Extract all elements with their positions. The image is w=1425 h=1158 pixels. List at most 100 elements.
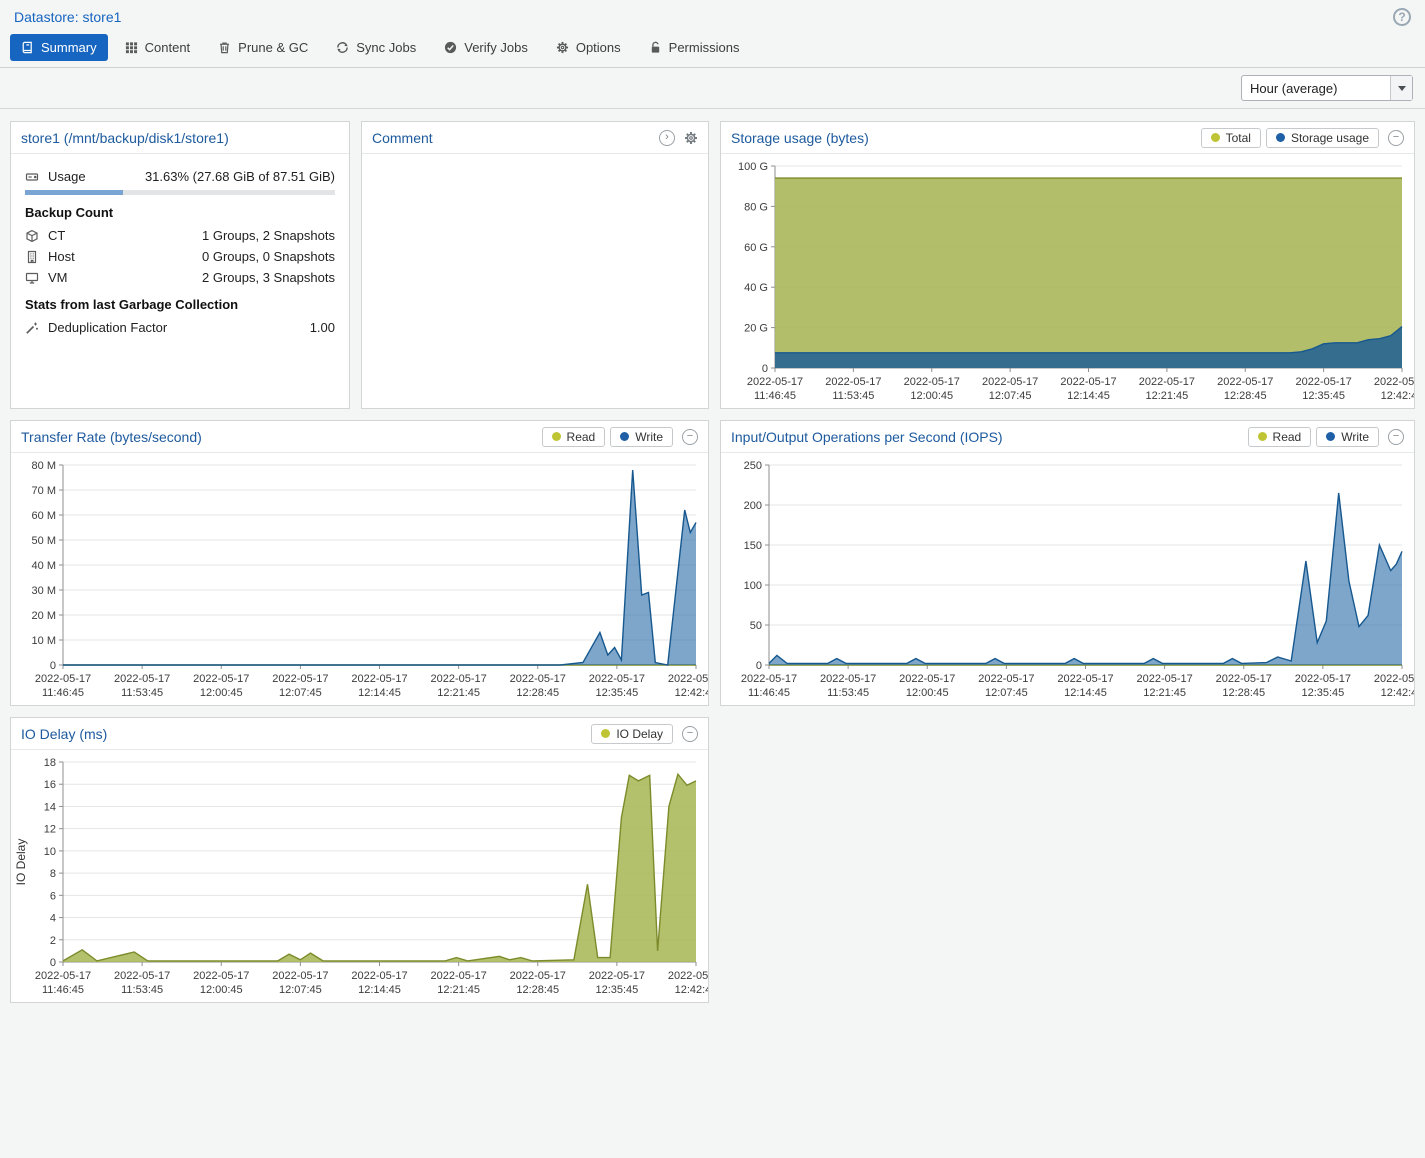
panel-header: Input/Output Operations per Second (IOPS… <box>721 421 1414 453</box>
comment-content[interactable] <box>362 154 708 408</box>
help-icon[interactable]: ? <box>1393 8 1411 26</box>
svg-text:70 M: 70 M <box>32 485 56 497</box>
tab-label: Verify Jobs <box>464 40 528 55</box>
svg-text:100: 100 <box>744 580 762 592</box>
collapse-icon[interactable]: − <box>682 726 698 742</box>
legend-label: Read <box>1273 430 1302 444</box>
tab-verify-jobs[interactable]: Verify Jobs <box>433 34 539 61</box>
content-area: store1 (/mnt/backup/disk1/store1) Usage … <box>0 109 1425 1015</box>
svg-text:2022-05-17: 2022-05-17 <box>272 673 328 685</box>
panel-body: Usage 31.63% (27.68 GiB of 87.51 GiB) Ba… <box>11 154 349 408</box>
legend-io-delay[interactable]: IO Delay <box>591 724 673 744</box>
svg-text:11:46:45: 11:46:45 <box>748 687 790 699</box>
page-title[interactable]: Datastore: store1 <box>14 9 121 25</box>
legend-label: Total <box>1226 131 1251 145</box>
collapse-icon[interactable]: − <box>682 429 698 445</box>
tab-summary[interactable]: Summary <box>10 34 108 61</box>
svg-text:12:28:45: 12:28:45 <box>1222 687 1265 699</box>
time-range-select[interactable]: Hour (average) <box>1241 75 1413 101</box>
svg-text:60 G: 60 G <box>744 242 768 254</box>
svg-text:IO Delay: IO Delay <box>14 839 28 886</box>
svg-text:10: 10 <box>44 846 56 858</box>
svg-text:2022-05-17: 2022-05-17 <box>510 970 566 982</box>
legend-label: IO Delay <box>616 727 663 741</box>
legend-dot <box>1276 133 1285 142</box>
svg-text:12:21:45: 12:21:45 <box>1143 687 1186 699</box>
svg-text:2022-05-17: 2022-05-17 <box>589 673 645 685</box>
svg-text:2022-05-17: 2022-05-17 <box>510 673 566 685</box>
svg-text:8: 8 <box>50 868 56 880</box>
legend-read[interactable]: Read <box>542 427 606 447</box>
svg-text:20 G: 20 G <box>744 323 768 335</box>
legend-write[interactable]: Write <box>610 427 673 447</box>
svg-text:20 M: 20 M <box>32 610 56 622</box>
host-building-icon <box>25 250 48 264</box>
tab-options[interactable]: Options <box>545 34 632 61</box>
legend-dot <box>601 729 610 738</box>
edit-gear-icon[interactable] <box>684 131 698 145</box>
svg-text:200: 200 <box>744 500 762 512</box>
tab-bar: Summary Content Prune & GC <box>0 31 1425 68</box>
svg-text:12:42:45: 12:42:45 <box>1381 390 1414 402</box>
expand-icon[interactable]: › <box>659 130 675 146</box>
svg-text:12:21:45: 12:21:45 <box>437 687 480 699</box>
collapse-icon[interactable]: − <box>1388 130 1404 146</box>
svg-text:2022-05-17: 2022-05-17 <box>1295 376 1351 388</box>
svg-text:2022-05-17: 2022-05-17 <box>114 673 170 685</box>
legend-total[interactable]: Total <box>1201 128 1261 148</box>
svg-text:12:07:45: 12:07:45 <box>985 687 1028 699</box>
svg-text:2022-05-17: 2022-05-17 <box>351 970 407 982</box>
svg-text:2022-05-17: 2022-05-17 <box>272 970 328 982</box>
tab-label: Summary <box>41 40 97 55</box>
svg-text:4: 4 <box>50 913 56 925</box>
vm-desktop-icon <box>25 271 48 285</box>
legend-storage-usage[interactable]: Storage usage <box>1266 128 1379 148</box>
svg-text:60 M: 60 M <box>32 510 56 522</box>
legend-dot <box>620 432 629 441</box>
svg-text:80 G: 80 G <box>744 201 768 213</box>
svg-text:2022-05-17: 2022-05-17 <box>820 673 876 685</box>
panel-title: Input/Output Operations per Second (IOPS… <box>731 429 1248 445</box>
svg-text:18: 18 <box>44 757 56 769</box>
gc-stats-heading: Stats from last Garbage Collection <box>25 297 335 312</box>
svg-text:0: 0 <box>762 363 768 375</box>
svg-text:6: 6 <box>50 890 56 902</box>
svg-text:12: 12 <box>44 824 56 836</box>
svg-text:12:28:45: 12:28:45 <box>516 984 559 996</box>
tab-prune-gc[interactable]: Prune & GC <box>207 34 319 61</box>
svg-text:12:14:45: 12:14:45 <box>358 687 401 699</box>
svg-text:2022-05-17: 2022-05-17 <box>193 673 249 685</box>
legend-label: Storage usage <box>1291 131 1369 145</box>
top-header: Datastore: store1 ? <box>0 0 1425 31</box>
svg-text:12:35:45: 12:35:45 <box>1301 687 1344 699</box>
panel-header: Transfer Rate (bytes/second) Read Write … <box>11 421 708 453</box>
svg-text:16: 16 <box>44 779 56 791</box>
svg-text:50: 50 <box>750 620 762 632</box>
svg-text:2022-05-17: 2022-05-17 <box>589 970 645 982</box>
legend-label: Write <box>1341 430 1369 444</box>
tab-content[interactable]: Content <box>114 34 202 61</box>
svg-text:2022-05-17: 2022-05-17 <box>1295 673 1351 685</box>
legend-read[interactable]: Read <box>1248 427 1312 447</box>
svg-text:12:00:45: 12:00:45 <box>910 390 953 402</box>
panel-body: 0246810121416182022-05-1711:46:452022-05… <box>11 750 708 1002</box>
legend-write[interactable]: Write <box>1316 427 1379 447</box>
toolbar: Hour (average) <box>0 68 1425 109</box>
transfer-rate-panel: Transfer Rate (bytes/second) Read Write … <box>10 420 709 706</box>
legend-dot <box>1326 432 1335 441</box>
tab-permissions[interactable]: Permissions <box>638 34 751 61</box>
collapse-icon[interactable]: − <box>1388 429 1404 445</box>
row-value: 0 Groups, 0 Snapshots <box>202 249 335 264</box>
legend-label: Write <box>635 430 663 444</box>
tab-sync-jobs[interactable]: Sync Jobs <box>325 34 427 61</box>
legend-label: Read <box>567 430 596 444</box>
svg-text:150: 150 <box>744 540 762 552</box>
panel-title: Comment <box>372 130 655 146</box>
panel-header: Storage usage (bytes) Total Storage usag… <box>721 122 1414 154</box>
backup-count-row-ct: CT 1 Groups, 2 Snapshots <box>25 225 335 246</box>
svg-text:2022-05-17: 2022-05-17 <box>430 673 486 685</box>
iops-chart: 0501001502002502022-05-1711:46:452022-05… <box>721 453 1414 705</box>
svg-text:40 M: 40 M <box>32 560 56 572</box>
svg-text:12:42:45: 12:42:45 <box>675 687 708 699</box>
legend-dot <box>1211 133 1220 142</box>
